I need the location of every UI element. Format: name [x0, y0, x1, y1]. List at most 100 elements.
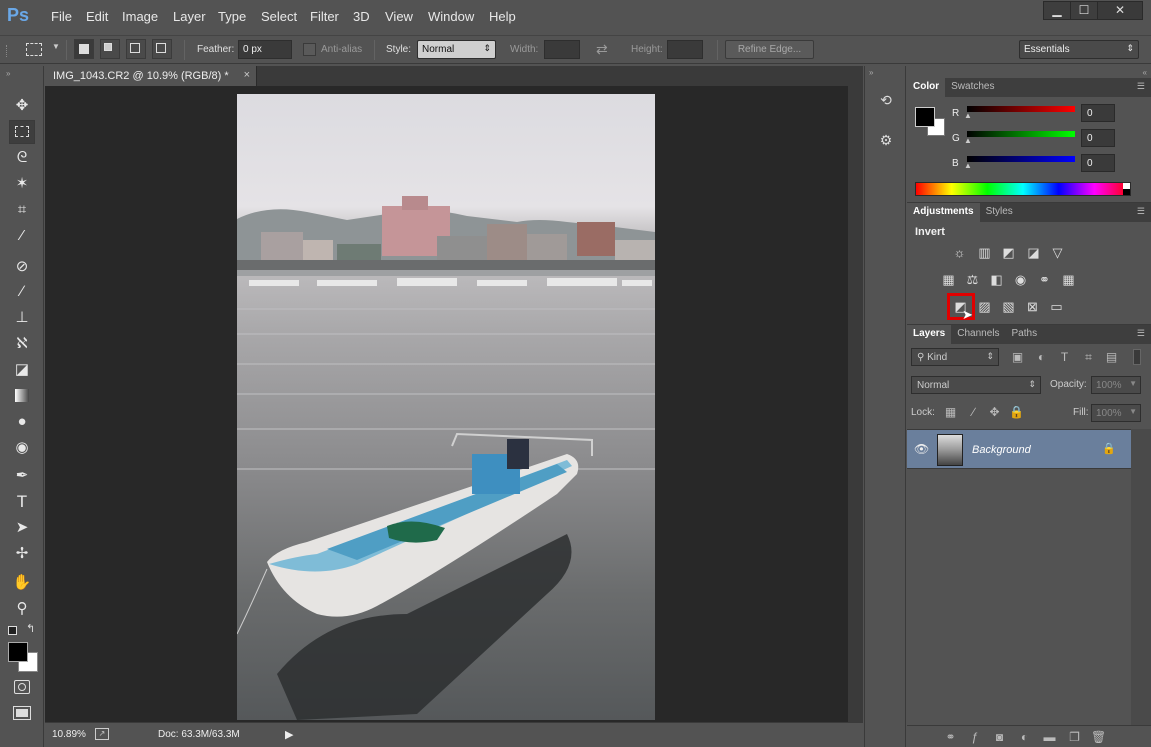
close-window-button[interactable]: ✕ — [1097, 1, 1143, 20]
clone-stamp-icon[interactable]: ⊥ — [9, 306, 35, 330]
tab-color[interactable]: Color — [907, 78, 946, 97]
layer-name[interactable]: Background — [972, 444, 1031, 456]
menu-layer[interactable]: Layer — [173, 9, 206, 24]
width-input[interactable] — [544, 40, 580, 59]
document-canvas-image[interactable] — [237, 94, 655, 720]
gradient-icon[interactable] — [9, 384, 35, 408]
threshold-icon[interactable]: ▧ — [1000, 299, 1017, 314]
lasso-tool-icon[interactable]: ᘓ — [9, 146, 35, 170]
layer-filter-select[interactable]: ⚲ Kind ⇕ — [911, 348, 999, 366]
brightness-contrast-icon[interactable]: ☼ — [951, 245, 968, 260]
slider-thumb-icon[interactable]: ▲ — [964, 161, 972, 170]
color-lookup-icon[interactable]: ▦ — [1060, 272, 1077, 287]
collapse-arrows-icon[interactable]: » — [6, 69, 10, 78]
intersect-selection-button[interactable] — [152, 39, 172, 59]
red-value[interactable]: 0 — [1081, 104, 1115, 122]
new-adjustment-icon[interactable]: ◐ — [1017, 730, 1032, 745]
red-slider[interactable] — [967, 106, 1075, 112]
panel-menu-icon[interactable]: ☰ — [1137, 81, 1145, 92]
filter-toggle[interactable] — [1133, 349, 1141, 365]
panel-menu-icon[interactable]: ☰ — [1137, 328, 1145, 339]
tab-styles[interactable]: Styles — [980, 203, 1019, 222]
minimize-button[interactable]: ▁ — [1043, 1, 1071, 20]
menu-edit[interactable]: Edit — [86, 9, 108, 24]
levels-icon[interactable]: ▥ — [976, 245, 993, 260]
menu-select[interactable]: Select — [261, 9, 297, 24]
collapse-arrows-icon[interactable]: « — [1143, 68, 1147, 77]
menu-3d[interactable]: 3D — [353, 9, 370, 24]
color-spectrum-ramp[interactable] — [915, 182, 1131, 196]
style-select[interactable]: Normal ⇕ — [417, 40, 496, 59]
lock-pixels-icon[interactable]: ∕ — [966, 405, 981, 420]
new-selection-button[interactable] — [74, 39, 94, 59]
subtract-selection-button[interactable] — [126, 39, 146, 59]
dodge-tool-icon[interactable]: ◉ — [9, 436, 35, 460]
healing-brush-icon[interactable]: ⊘ — [9, 255, 35, 279]
blur-tool-icon[interactable]: ● — [9, 410, 35, 434]
gradient-map-icon[interactable]: ▭ — [1048, 299, 1065, 314]
eye-visibility-icon[interactable]: 👁 — [914, 442, 929, 456]
workspace-select[interactable]: Essentials ⇕ — [1019, 40, 1139, 59]
filter-shape-icon[interactable]: ⌗ — [1081, 350, 1096, 365]
antialias-checkbox[interactable] — [303, 43, 316, 56]
vibrance-icon[interactable]: ▽ — [1049, 245, 1066, 260]
slider-thumb-icon[interactable]: ▲ — [964, 136, 972, 145]
foreground-color-swatch[interactable] — [8, 642, 28, 662]
menu-image[interactable]: Image — [122, 9, 158, 24]
swap-icon[interactable]: ⇄ — [596, 41, 608, 58]
layer-row[interactable]: 👁 Background 🔒 — [907, 429, 1131, 469]
tab-paths[interactable]: Paths — [1006, 325, 1044, 344]
zoom-level[interactable]: 10.89% — [52, 729, 86, 740]
filter-type-icon[interactable]: T — [1057, 350, 1072, 365]
green-value[interactable]: 0 — [1081, 129, 1115, 147]
swap-colors-icon[interactable]: ↰ — [26, 622, 35, 635]
menu-window[interactable]: Window — [428, 9, 474, 24]
eyedropper-icon[interactable]: ⁄ — [9, 224, 35, 248]
hand-tool-icon[interactable]: ✋ — [9, 571, 35, 595]
link-layers-icon[interactable]: ⚭ — [943, 730, 958, 745]
blue-value[interactable]: 0 — [1081, 154, 1115, 172]
refine-edge-button[interactable]: Refine Edge... — [725, 40, 814, 59]
status-menu-arrow-icon[interactable]: ▶ — [285, 728, 293, 741]
filter-adjustment-icon[interactable]: ◐ — [1034, 350, 1049, 365]
green-slider[interactable] — [967, 131, 1075, 137]
tab-channels[interactable]: Channels — [951, 325, 1005, 344]
grip-handle[interactable] — [6, 45, 9, 57]
new-group-icon[interactable]: ▬ — [1042, 730, 1057, 745]
default-colors-icon[interactable] — [8, 626, 17, 635]
tab-adjustments[interactable]: Adjustments — [907, 203, 980, 222]
tab-swatches[interactable]: Swatches — [945, 78, 1000, 97]
maximize-button[interactable]: ☐ — [1070, 1, 1098, 20]
posterize-icon[interactable]: ▨ — [976, 299, 993, 314]
blue-slider[interactable] — [967, 156, 1075, 162]
feather-input[interactable]: 0 px — [238, 40, 292, 59]
delete-layer-icon[interactable]: 🗑 — [1091, 730, 1106, 745]
curves-icon[interactable]: ◩ — [1000, 245, 1017, 260]
black-white-icon[interactable]: ◧ — [988, 272, 1005, 287]
brush-tool-icon[interactable]: ∕ — [9, 280, 35, 304]
opacity-input[interactable]: 100% ▼ — [1091, 376, 1141, 394]
slider-thumb-icon[interactable]: ▲ — [964, 111, 972, 120]
vertical-scrollbar[interactable] — [848, 86, 863, 722]
properties-panel-icon[interactable]: ⚙ — [876, 132, 896, 152]
add-selection-button[interactable] — [100, 39, 120, 59]
menu-help[interactable]: Help — [489, 9, 516, 24]
lock-position-icon[interactable]: ✥ — [987, 405, 1002, 420]
hue-saturation-icon[interactable]: ▦ — [940, 272, 957, 287]
close-tab-icon[interactable]: × — [244, 69, 250, 81]
crop-tool-icon[interactable]: ⌗ — [9, 198, 35, 222]
add-mask-icon[interactable]: ◙ — [992, 730, 1007, 745]
new-layer-icon[interactable]: ❐ — [1067, 730, 1082, 745]
blend-mode-select[interactable]: Normal ⇕ — [911, 376, 1041, 394]
exposure-icon[interactable]: ◪ — [1025, 245, 1042, 260]
marquee-preset-icon[interactable] — [26, 43, 42, 56]
lock-transparency-icon[interactable]: ▦ — [943, 405, 958, 420]
filter-pixel-icon[interactable]: ▣ — [1010, 350, 1025, 365]
foreground-color-swatch[interactable] — [915, 107, 935, 127]
menu-file[interactable]: File — [51, 9, 72, 24]
black-ramp-swatch[interactable] — [1123, 189, 1130, 195]
history-panel-icon[interactable]: ⟲ — [876, 92, 896, 112]
menu-type[interactable]: Type — [218, 9, 246, 24]
zoom-tool-icon[interactable]: ⚲ — [9, 597, 35, 621]
filter-smart-object-icon[interactable]: ▤ — [1104, 350, 1119, 365]
